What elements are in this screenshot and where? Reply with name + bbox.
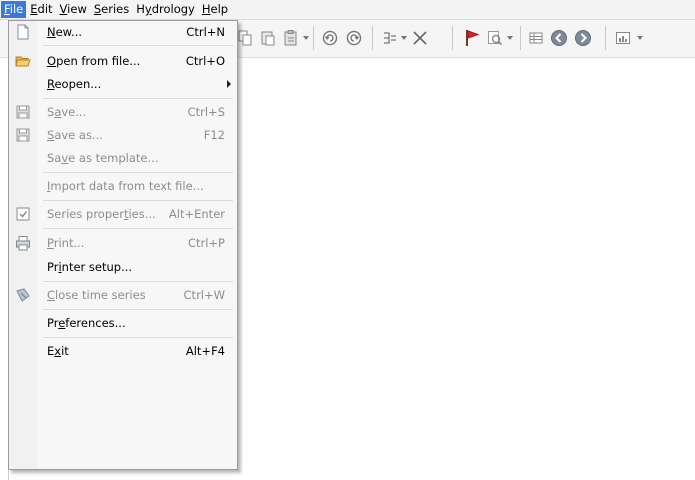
shortcut-text: Ctrl+N [186,25,225,39]
menu-item-exit[interactable]: Exit Alt+F4 [9,340,237,362]
menu-view[interactable]: View [57,1,90,18]
insert-value-icon[interactable] [380,26,400,50]
menu-series[interactable]: Series [91,1,132,18]
toolbar-separator [372,26,373,50]
menu-separator [43,200,233,201]
toolbar-separator [520,26,521,50]
menu-separator [43,337,233,338]
menu-separator [43,309,233,310]
menu-item-save[interactable]: Save... Ctrl+S [9,101,237,123]
menu-help[interactable]: Help [199,1,231,18]
menu-item-save-as-template[interactable]: Save as template... [9,147,237,169]
menu-item-new[interactable]: New... Ctrl+N [9,21,237,43]
shortcut-text: Alt+Enter [168,207,225,221]
forward-icon[interactable] [572,26,594,50]
redo-icon[interactable] [343,26,365,50]
delete-icon[interactable] [409,26,431,50]
paste-icon[interactable] [258,26,278,50]
menu-item-save-as[interactable]: Save as... F12 [9,124,237,146]
menu-item-printer-setup[interactable]: Printer setup... [9,256,237,278]
menu-edit[interactable]: Edit [27,1,55,18]
save-icon [15,104,31,120]
menu-hydrology[interactable]: Hydrology [133,1,198,18]
close-series-icon [15,287,31,303]
copy-icon[interactable] [235,26,255,50]
back-icon[interactable] [548,26,570,50]
menu-hydrology-label: Hydrology [136,2,195,16]
menu-file-label: File [4,2,24,16]
menu-item-open-from-file[interactable]: Open from file... Ctrl+O [9,50,237,72]
menu-file[interactable]: File [1,1,27,18]
menu-edit-label: Edit [30,2,53,16]
paste-special-icon[interactable] [281,26,301,50]
menu-item-preferences[interactable]: Preferences... [9,312,237,334]
menu-item-import-data[interactable]: Import data from text file... [9,175,237,197]
undo-icon[interactable] [319,26,341,50]
menu-series-label: Series [93,2,130,16]
menu-separator [43,281,233,282]
menu-help-label: Help [201,2,229,16]
file-menu-dropdown: New... Ctrl+N Open from file... Ctrl+O R… [8,20,238,470]
zoom-icon[interactable] [485,26,505,50]
properties-icon [15,206,31,222]
toolbar-separator [605,26,606,50]
paste-dropdown-arrow-icon[interactable] [303,36,309,40]
shortcut-text: Ctrl+O [185,54,225,68]
shortcut-text: Ctrl+W [183,288,225,302]
zoom-dropdown-arrow-icon[interactable] [507,36,513,40]
menu-item-series-properties[interactable]: Series properties... Alt+Enter [9,203,237,225]
submenu-arrow-icon [227,80,231,88]
chart-icon[interactable] [612,26,634,50]
insert-dropdown-arrow-icon[interactable] [401,36,407,40]
toolbar-separator [313,26,314,50]
printer-icon [15,235,31,251]
menu-separator [43,228,233,229]
menu-item-print[interactable]: Print... Ctrl+P [9,232,237,254]
menu-view-label: View [59,2,87,16]
menu-separator [43,45,233,46]
menu-separator [43,172,233,173]
toolbar-separator [452,26,453,50]
new-file-icon [15,24,31,40]
chart-dropdown-arrow-icon[interactable] [637,36,643,40]
shortcut-text: F12 [203,128,225,142]
menu-bar: File Edit View Series Hydrology Help [0,0,695,20]
open-folder-icon [15,53,31,69]
shortcut-text: Ctrl+S [187,105,225,119]
shortcut-text: Ctrl+P [187,236,225,250]
menu-separator [43,98,233,99]
shortcut-text: Alt+F4 [185,344,225,358]
save-as-icon [15,127,31,143]
flag-icon[interactable] [461,26,483,50]
menu-item-close-time-series[interactable]: Close time series Ctrl+W [9,284,237,306]
table-icon[interactable] [526,26,546,50]
menu-item-reopen[interactable]: Reopen... [9,73,237,95]
